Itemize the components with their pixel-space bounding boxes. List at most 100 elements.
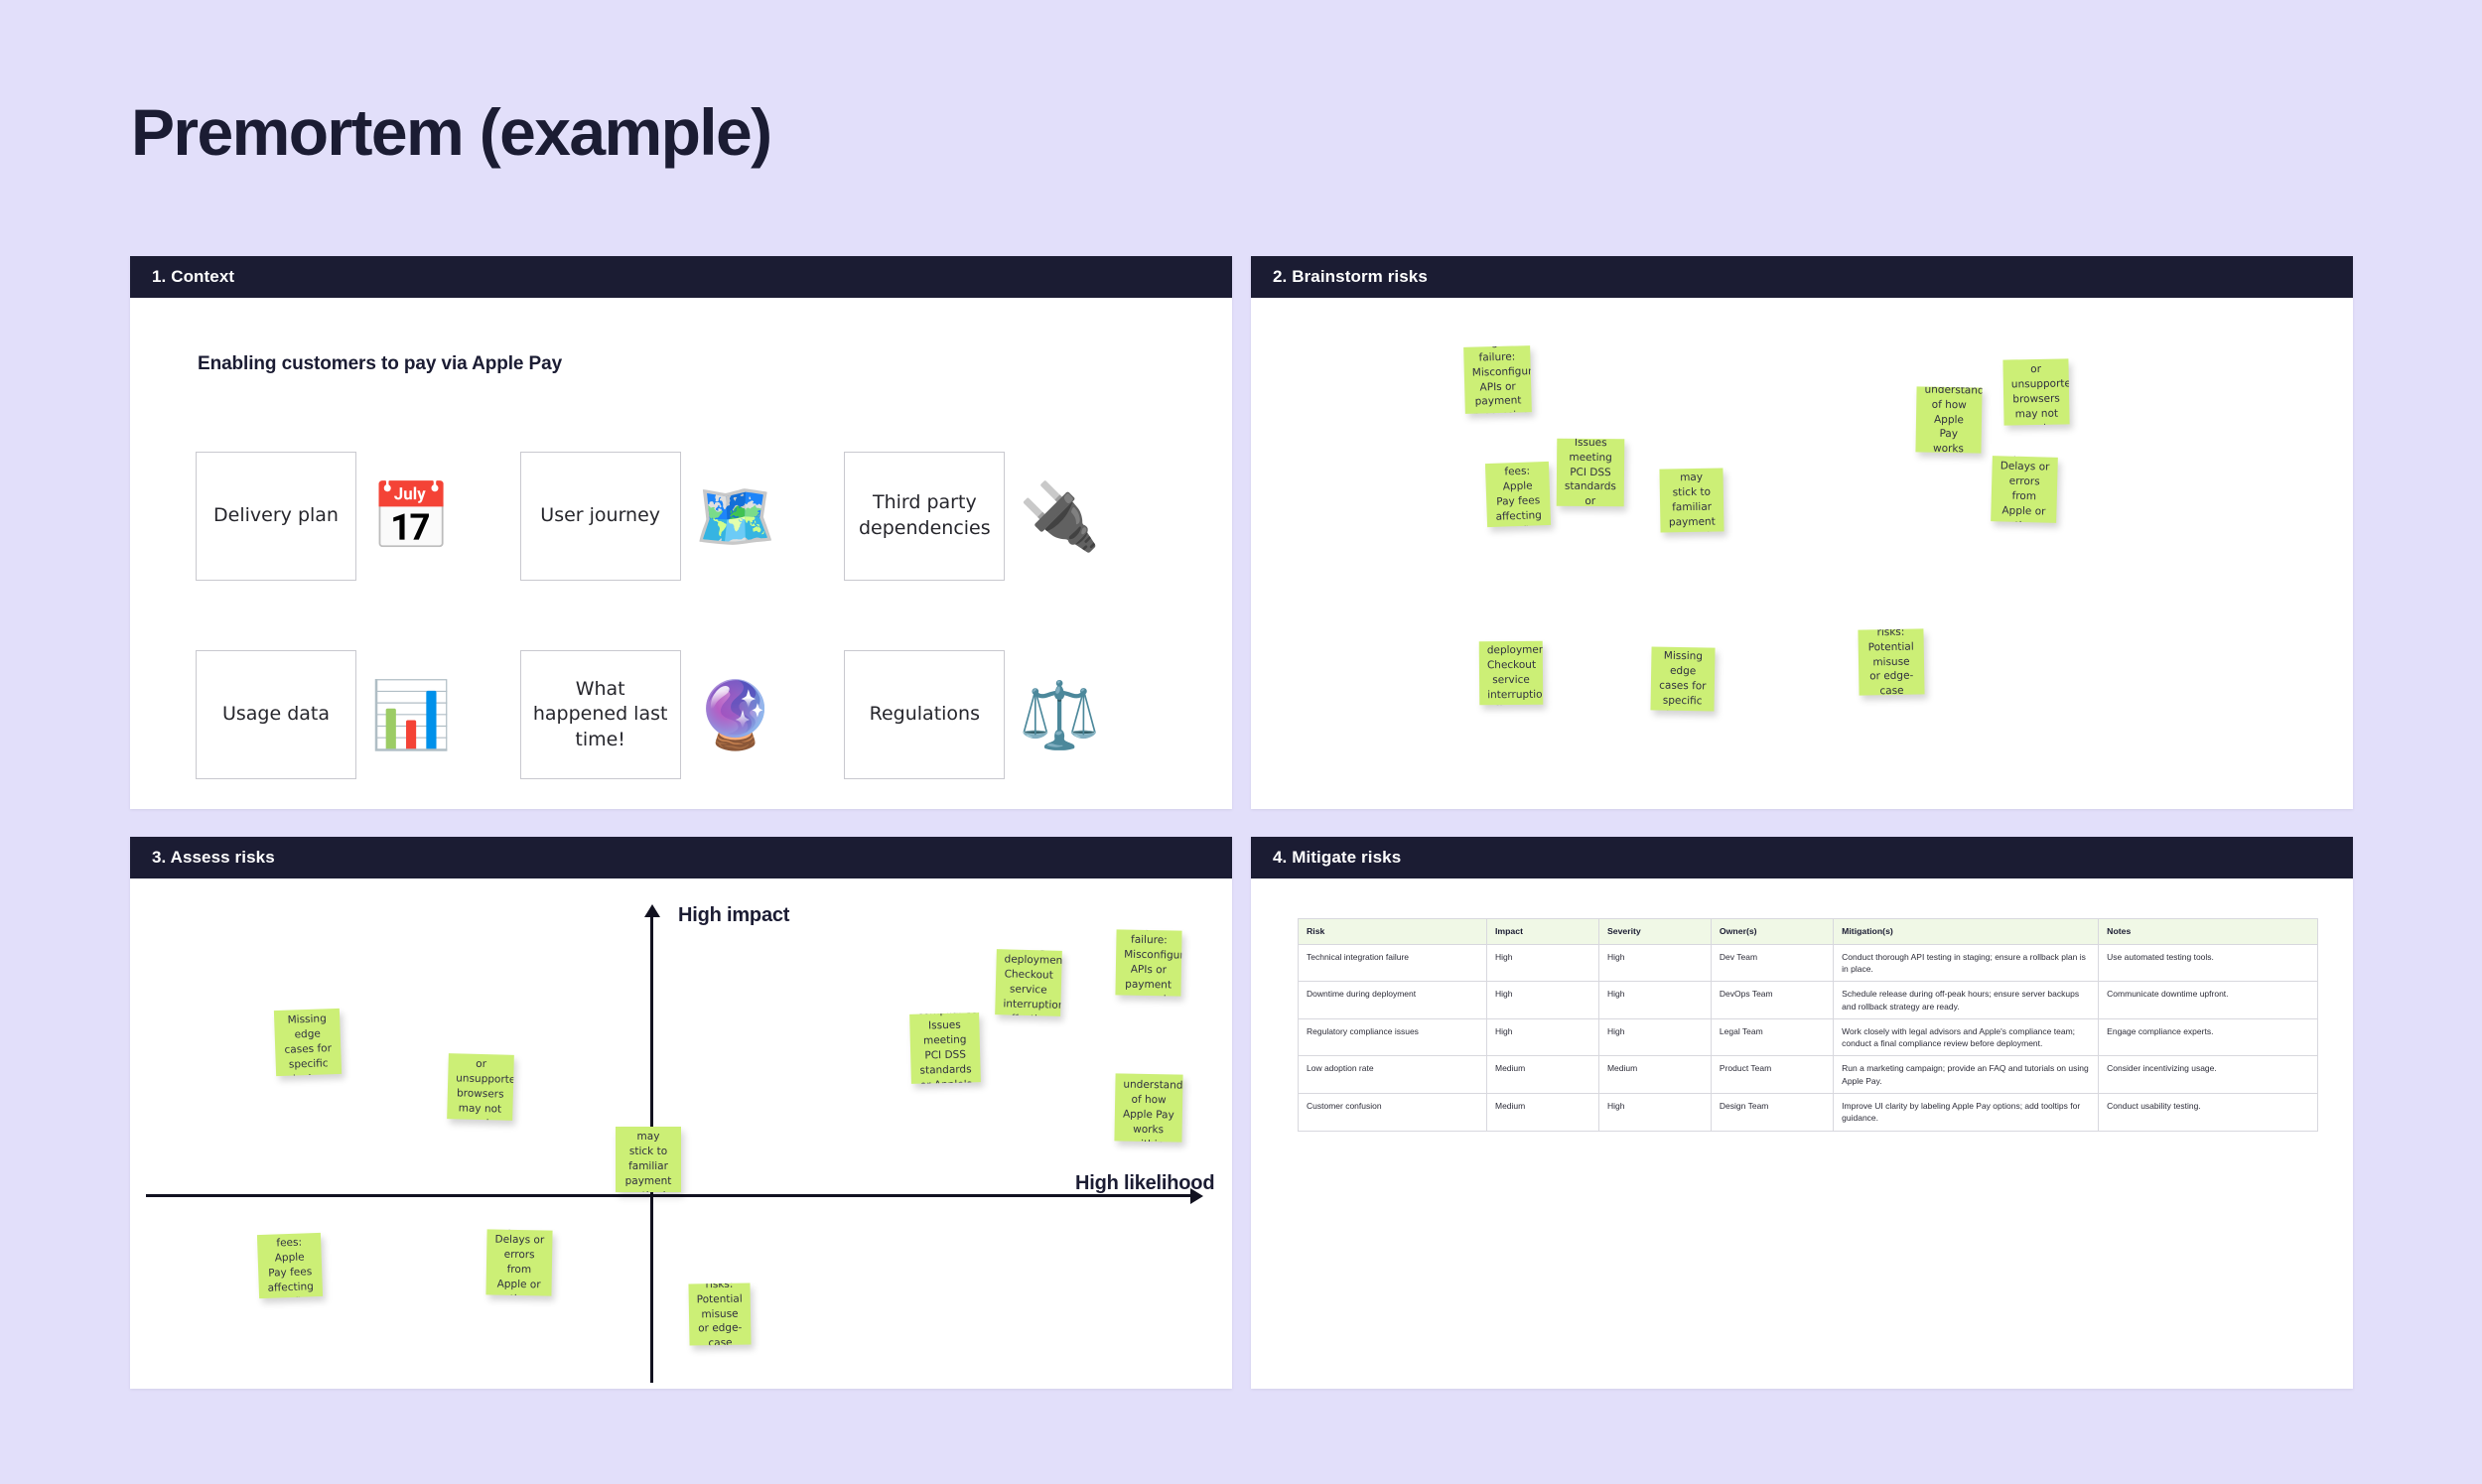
panel-context: 1. Context Enabling customers to pay via…: [130, 256, 1232, 809]
sticky-note-limited_testing[interactable]: Limited testing scenarios: Missing edge …: [1650, 646, 1716, 712]
sticky-note-downtime[interactable]: Downtime during deployment: Checkout ser…: [995, 949, 1062, 1016]
table-header-row: Risk Impact Severity Owner(s) Mitigation(s) N…: [1298, 918, 2318, 945]
table-cell-severity: High: [1597, 1093, 1712, 1132]
premortem-board: Premortem (example) 1. Context Enabling …: [0, 0, 2482, 1484]
context-card[interactable]: Delivery plan: [196, 452, 356, 581]
sticky-note-text: Downtime during deployment: Checkout ser…: [1003, 949, 1062, 1016]
table-cell-owner: Legal Team: [1710, 1017, 1835, 1057]
panel-assess-body: High impact High likelihood: [130, 878, 1232, 1389]
table-cell-impact: Medium: [1485, 1055, 1599, 1095]
sticky-note-low_adoption[interactable]: Low adoption rate: Users may stick to fa…: [1659, 468, 1724, 533]
table-cell-notes: Use automated testing tools.: [2098, 943, 2318, 983]
context-subtitle: Enabling customers to pay via Apple Pay: [198, 353, 563, 374]
table-cell-impact: Medium: [1485, 1093, 1599, 1132]
sticky-note-text: Fraud risks: Potential misuse or edge-ca…: [696, 1282, 743, 1346]
context-card-grid: Delivery plan 📅 User journey 🗺️ Third party …: [196, 417, 1169, 809]
context-card-cell: Delivery plan 📅: [196, 417, 520, 615]
panel-context-body: Enabling customers to pay via Apple Pay …: [130, 298, 1232, 809]
context-card-cell: Regulations ⚖️: [844, 615, 1169, 809]
sticky-note-text: Customer confusion: Lack of understandin…: [1924, 386, 1983, 454]
sticky-note-text: Regulatory compliance: Issues meeting PC…: [1564, 438, 1616, 507]
sticky-note-technical[interactable]: Technical integration failure: Misconfig…: [1115, 929, 1182, 997]
panel-brainstorm-body: [1251, 298, 2353, 809]
table-column-header: Notes: [2098, 918, 2318, 945]
panel-brainstorm-header: 2. Brainstorm risks: [1251, 256, 2353, 298]
sticky-note-fraud[interactable]: Fraud risks: Potential misuse or edge-ca…: [688, 1282, 752, 1346]
mitigation-table: Risk Impact Severity Owner(s) Mitigation(s) N…: [1298, 918, 2318, 1132]
context-card-cell: Third party dependencies 🔌: [844, 417, 1169, 615]
sticky-note-customer_confusion[interactable]: Customer confusion: Lack of understandin…: [1915, 386, 1983, 454]
table-body: Technical integration failure High High Dev…: [1298, 943, 2318, 1132]
sticky-note-text: Device compatibility: Older devices or u…: [2010, 358, 2070, 425]
table-cell-mitigation: Run a marketing campaign; provide an FAQ…: [1833, 1055, 2100, 1095]
sticky-note-customer_confusion[interactable]: Customer confusion: Lack of understandin…: [1114, 1073, 1183, 1143]
sticky-note-text: Technical integration failure: Misconfig…: [1471, 345, 1532, 414]
sticky-note-text: Device compatibility: Older devices or u…: [456, 1053, 514, 1121]
crystal-ball-icon: 🔮: [694, 678, 776, 751]
table-row: Low adoption rate Medium Medium Product Tea…: [1298, 1055, 2318, 1095]
table-cell-impact: High: [1485, 1017, 1599, 1057]
context-card[interactable]: Regulations: [844, 650, 1006, 779]
panel-assess-header: 3. Assess risks: [130, 837, 1232, 878]
sticky-note-regulatory[interactable]: Regulatory compliance: Issues meeting PC…: [1556, 438, 1625, 507]
table-cell-owner: Dev Team: [1710, 943, 1835, 983]
context-card[interactable]: Usage data: [196, 650, 356, 779]
table-column-header: Risk: [1298, 918, 1487, 945]
context-card[interactable]: What happened last time!: [519, 650, 681, 779]
sticky-note-text: Third-party dependency: Delays or errors…: [1999, 456, 2058, 523]
context-card[interactable]: User journey: [519, 452, 681, 581]
table-cell-notes: Communicate downtime upfront.: [2098, 981, 2318, 1019]
table-cell-risk: Regulatory compliance issues: [1298, 1017, 1487, 1057]
table-cell-owner: Design Team: [1710, 1093, 1835, 1132]
table-column-header: Severity: [1597, 918, 1712, 945]
table-cell-severity: High: [1597, 1017, 1712, 1057]
table-row: Technical integration failure High High Dev…: [1298, 943, 2318, 983]
sticky-note-text: Downtime during deployment: Checkout ser…: [1486, 641, 1544, 706]
sticky-note-high_fees[interactable]: High transaction fees: Apple Pay fees af…: [1484, 461, 1552, 528]
context-card-cell: User journey 🗺️: [519, 417, 845, 615]
table-cell-impact: High: [1485, 943, 1599, 983]
impact-arrow-icon: [644, 904, 660, 917]
axis-label-likelihood: High likelihood: [1075, 1172, 1215, 1194]
table-row: Customer confusion Medium High Design Team I…: [1298, 1093, 2318, 1132]
sticky-note-text: Regulatory compliance: Issues meeting PC…: [917, 1012, 981, 1084]
map-icon: 🗺️: [694, 479, 776, 553]
sticky-note-low_adoption[interactable]: Low adoption rate: Users may stick to fa…: [616, 1127, 681, 1192]
context-card-cell: What happened last time! 🔮: [519, 615, 845, 809]
panel-mitigate-header: 4. Mitigate risks: [1251, 837, 2353, 878]
table-cell-notes: Consider incentivizing usage.: [2098, 1055, 2318, 1095]
table-cell-mitigation: Schedule release during off-peak hours; …: [1833, 981, 2100, 1019]
table-cell-mitigation: Improve UI clarity by labeling Apple Pay…: [1833, 1093, 2100, 1132]
sticky-note-third_party[interactable]: Third-party dependency: Delays or errors…: [485, 1229, 553, 1296]
context-card[interactable]: Third party dependencies: [844, 452, 1006, 581]
sticky-note-text: High transaction fees: Apple Pay fees af…: [1492, 462, 1551, 527]
sticky-note-device[interactable]: Device compatibility: Older devices or u…: [2002, 358, 2070, 426]
table-cell-severity: High: [1597, 981, 1712, 1019]
table-cell-severity: High: [1597, 943, 1712, 983]
sticky-note-third_party[interactable]: Third-party dependency: Delays or errors…: [1991, 456, 2058, 523]
page-title: Premortem (example): [131, 95, 772, 169]
sticky-note-downtime[interactable]: Downtime during deployment: Checkout ser…: [1478, 640, 1544, 706]
sticky-note-device[interactable]: Device compatibility: Older devices or u…: [447, 1053, 514, 1121]
sticky-note-text: Low adoption rate: Users may stick to fa…: [624, 1127, 672, 1192]
table-cell-risk: Downtime during deployment: [1298, 981, 1487, 1019]
sticky-note-technical[interactable]: Technical integration failure: Misconfig…: [1463, 345, 1532, 414]
table-cell-impact: High: [1485, 981, 1599, 1019]
table-cell-owner: DevOps Team: [1710, 981, 1835, 1019]
balance-scale-icon: ⚖️: [1019, 678, 1101, 751]
calendar-icon: 📅: [370, 479, 453, 553]
panel-brainstorm: 2. Brainstorm risks: [1251, 256, 2353, 809]
axis-label-impact: High impact: [678, 904, 790, 926]
sticky-note-text: High transaction fees: Apple Pay fees af…: [264, 1233, 323, 1298]
sticky-note-high_fees[interactable]: High transaction fees: Apple Pay fees af…: [256, 1232, 324, 1299]
table-cell-risk: Technical integration failure: [1298, 943, 1487, 983]
sticky-note-limited_testing[interactable]: Limited testing scenarios: Missing edge …: [273, 1008, 343, 1077]
table-column-header: Mitigation(s): [1833, 918, 2100, 945]
sticky-note-fraud[interactable]: Fraud risks: Potential misuse or edge-ca…: [1858, 628, 1925, 696]
sticky-note-text: Low adoption rate: Users may stick to fa…: [1668, 468, 1716, 532]
sticky-note-regulatory[interactable]: Regulatory compliance: Issues meeting PC…: [909, 1012, 981, 1084]
table-cell-owner: Product Team: [1710, 1055, 1835, 1095]
table-cell-mitigation: Conduct thorough API testing in staging;…: [1833, 943, 2100, 983]
panel-mitigate-body: Risk Impact Severity Owner(s) Mitigation(s) N…: [1251, 878, 2353, 1389]
table-cell-risk: Low adoption rate: [1298, 1055, 1487, 1095]
